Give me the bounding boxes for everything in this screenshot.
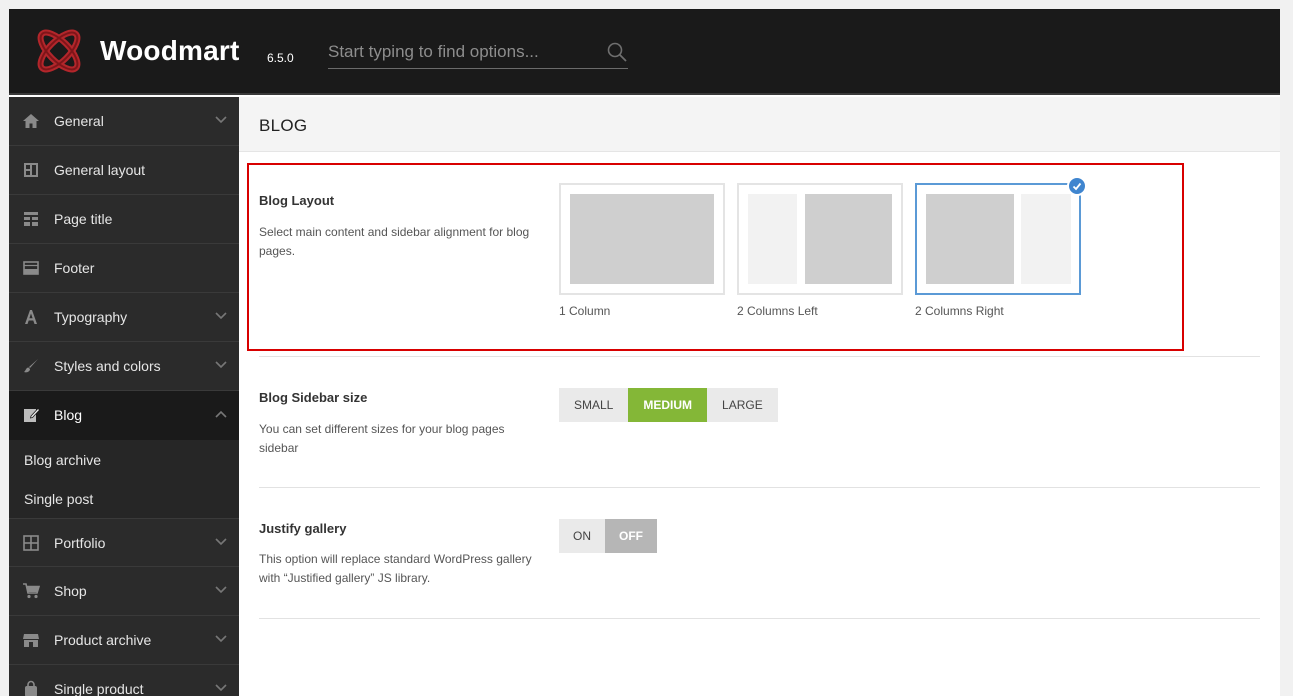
chevron-down-icon xyxy=(215,586,227,594)
chevron-down-icon xyxy=(215,684,227,692)
sidebar-item-label: Styles and colors xyxy=(54,358,161,374)
woodmart-logo-icon xyxy=(37,29,81,73)
cart-icon xyxy=(23,583,40,599)
search-input[interactable] xyxy=(328,39,598,65)
home-icon xyxy=(23,114,39,128)
sidebar-item-page-title[interactable]: Page title xyxy=(9,195,239,244)
sidebar-item-general[interactable]: General xyxy=(9,97,239,146)
version-label: 6.5.0 xyxy=(267,51,294,65)
bag-icon xyxy=(25,680,37,696)
main-content: BLOG Blog Layout Select main content and… xyxy=(239,97,1280,696)
blog-submenu: Blog archive Single post xyxy=(9,440,239,518)
sidebar-item-blog[interactable]: Blog xyxy=(9,391,239,440)
sidebar: General General layout Page title Footer… xyxy=(9,97,239,696)
sidebar-item-footer[interactable]: Footer xyxy=(9,244,239,293)
page-title: BLOG xyxy=(259,116,308,135)
edit-icon xyxy=(24,407,40,422)
toggle-off-button[interactable]: OFF xyxy=(605,519,657,553)
brush-icon xyxy=(24,359,38,373)
options-panel: Woodmart 6.5.0 General General layout Pa… xyxy=(9,9,1280,696)
header: Woodmart 6.5.0 xyxy=(9,9,1280,95)
highlight-frame xyxy=(247,163,1184,351)
chevron-down-icon xyxy=(215,361,227,369)
sidebar-subitem-single-post[interactable]: Single post xyxy=(9,479,239,518)
sidebar-item-label: Page title xyxy=(54,211,113,227)
chevron-down-icon xyxy=(215,635,227,643)
sidebar-subitem-blog-archive[interactable]: Blog archive xyxy=(9,440,239,479)
page-title-icon xyxy=(24,212,38,226)
sidebar-item-label: Footer xyxy=(54,260,95,276)
sidebar-item-label: Single product xyxy=(54,681,144,696)
brand-name: Woodmart xyxy=(100,35,240,66)
sidebar-size-title: Blog Sidebar size xyxy=(259,390,368,405)
chevron-down-icon xyxy=(215,312,227,320)
search-box xyxy=(328,39,628,69)
sidebar-item-label: Shop xyxy=(54,583,87,599)
sidebar-item-portfolio[interactable]: Portfolio xyxy=(9,518,239,567)
sidebar-item-single-product[interactable]: Single product xyxy=(9,665,239,696)
grid-icon xyxy=(23,535,39,551)
size-large-button[interactable]: LARGE xyxy=(707,388,778,422)
typography-icon xyxy=(25,310,37,324)
sidebar-item-label: Typography xyxy=(54,309,128,325)
justify-gallery-description: This option will replace standard WordPr… xyxy=(259,552,532,585)
chevron-up-icon xyxy=(215,410,227,418)
page-header: BLOG xyxy=(239,97,1280,152)
justify-gallery-title: Justify gallery xyxy=(259,521,347,536)
sidebar-size-section: Blog Sidebar size You can set different … xyxy=(259,357,1260,488)
chevron-down-icon xyxy=(215,538,227,546)
sidebar-item-styles-and-colors[interactable]: Styles and colors xyxy=(9,342,239,391)
sidebar-item-label: General xyxy=(54,113,104,129)
sidebar-item-shop[interactable]: Shop xyxy=(9,567,239,616)
chevron-down-icon xyxy=(215,116,227,124)
sidebar-item-label: Product archive xyxy=(54,632,152,648)
sidebar-item-general-layout[interactable]: General layout xyxy=(9,146,239,195)
store-icon xyxy=(23,634,39,647)
sidebar-item-product-archive[interactable]: Product archive xyxy=(9,616,239,665)
sidebar-item-label: Portfolio xyxy=(54,535,106,551)
size-medium-button[interactable]: MEDIUM xyxy=(628,388,708,422)
sidebar-item-typography[interactable]: Typography xyxy=(9,293,239,342)
size-small-button[interactable]: SMALL xyxy=(559,388,629,422)
justify-gallery-section: Justify gallery This option will replace… xyxy=(259,488,1260,619)
layout-icon xyxy=(24,163,38,177)
sidebar-item-label: General layout xyxy=(54,162,146,178)
justify-gallery-toggle: ON OFF xyxy=(559,519,657,553)
sidebar-size-buttons: SMALL MEDIUM LARGE xyxy=(559,388,778,422)
sidebar-item-label: Blog xyxy=(54,407,83,423)
footer-icon xyxy=(23,261,39,275)
sidebar-size-description: You can set different sizes for your blo… xyxy=(259,422,505,455)
search-icon[interactable] xyxy=(606,41,628,63)
toggle-on-button[interactable]: ON xyxy=(559,519,605,553)
